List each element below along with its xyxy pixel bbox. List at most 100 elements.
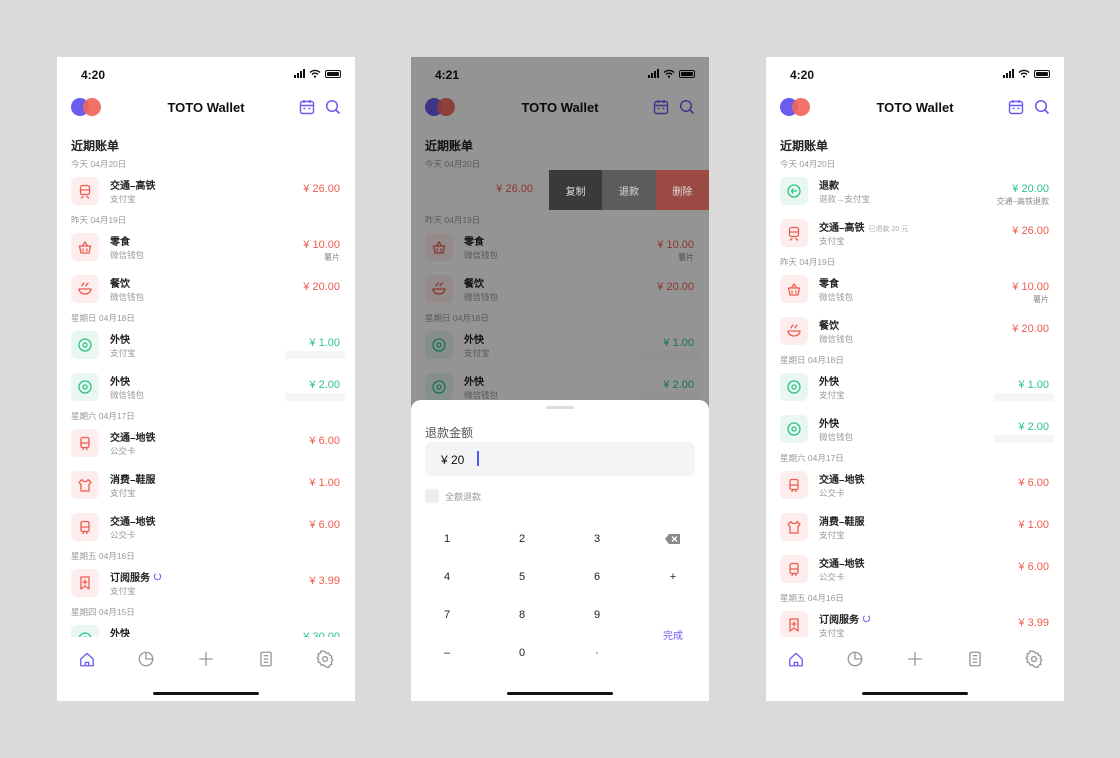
payment-method: 支付宝 <box>819 390 845 400</box>
tab-plus-icon[interactable] <box>906 650 924 668</box>
tab-home-icon[interactable] <box>787 650 805 668</box>
key-0[interactable]: 1 <box>417 524 477 554</box>
bill-name: 餐饮 <box>110 279 130 290</box>
bill-row[interactable]: 交通–高铁 支付宝 ¥ 26.00 <box>57 171 355 213</box>
bill-row[interactable]: 餐饮 微信钱包 ¥ 20.00 <box>766 311 1064 353</box>
category-badge <box>71 373 99 401</box>
bill-name: 餐饮 <box>819 321 839 332</box>
bill-row[interactable]: 消费–鞋服 支付宝 ¥ 1.00 <box>766 507 1064 549</box>
category-badge <box>71 471 99 499</box>
key-2[interactable]: 3 <box>567 524 627 554</box>
category-badge <box>71 177 99 205</box>
bill-name: 外快 <box>819 377 839 388</box>
wifi-icon <box>309 69 321 78</box>
bill-name: 订阅服务 <box>819 615 859 626</box>
tab-settings-icon[interactable] <box>1025 650 1043 668</box>
category-badge <box>780 471 808 499</box>
bill-amount: ¥ 1.00 <box>309 477 340 489</box>
tab-bar <box>57 637 355 681</box>
subway-icon <box>80 520 90 535</box>
refund-amount-input[interactable]: ¥ 20 <box>425 442 695 476</box>
search-icon[interactable] <box>1034 99 1050 115</box>
payment-method: 微信钱包 <box>110 250 145 260</box>
bill-row[interactable]: 退款 退款→支付宝 交通–高铁退款 ¥ 20.00 <box>766 171 1064 213</box>
app-header: TOTO Wallet <box>766 91 1064 123</box>
bill-row[interactable]: 交通–地铁 公交卡 ¥ 6.00 <box>766 465 1064 507</box>
tab-home-icon[interactable] <box>78 650 96 668</box>
bill-row[interactable]: 外快 支付宝 ¥ 1.00 <box>57 325 355 367</box>
bill-row[interactable]: 交通–地铁 公交卡 ¥ 6.00 <box>766 549 1064 591</box>
key-1[interactable]: 2 <box>492 524 552 554</box>
shirt-icon <box>787 520 801 534</box>
key-6[interactable]: 6 <box>567 562 627 592</box>
bill-row[interactable]: 交通–地铁 公交卡 ¥ 6.00 <box>57 507 355 549</box>
date-header: 星期日 04月18日 <box>71 313 135 323</box>
calendar-icon[interactable] <box>299 99 315 115</box>
tab-settings-icon[interactable] <box>316 650 334 668</box>
bill-row[interactable]: 交通–高铁 已退款 20 元支付宝 ¥ 26.00 <box>766 213 1064 255</box>
payment-method: 公交卡 <box>819 572 845 582</box>
bill-row[interactable]: 交通–地铁 公交卡 ¥ 6.00 <box>57 423 355 465</box>
key-13[interactable]: 0 <box>492 638 552 668</box>
repeat-icon <box>862 614 870 623</box>
calendar-icon[interactable] <box>1008 99 1024 115</box>
bill-row[interactable]: 外快 微信钱包 ¥ 2.00 <box>766 409 1064 451</box>
bill-row[interactable]: 消费–鞋服 支付宝 ¥ 1.00 <box>57 465 355 507</box>
bill-row[interactable]: 订阅服务 支付宝 ¥ 3.99 <box>57 563 355 605</box>
tab-pie-chart-icon[interactable] <box>137 650 155 668</box>
backspace-key[interactable] <box>643 524 703 554</box>
status-time: 4:20 <box>790 68 815 82</box>
battery-icon <box>325 69 341 78</box>
refund-amount-label: 退款金额 <box>425 426 474 440</box>
delete-button[interactable]: 删除 <box>655 170 709 210</box>
coin-icon <box>78 338 92 352</box>
key-12[interactable]: – <box>417 638 477 668</box>
payment-method: 公交卡 <box>819 488 845 498</box>
category-badge <box>780 177 808 205</box>
done-key[interactable]: 完成 <box>643 619 703 649</box>
key-14[interactable]: · <box>567 638 627 668</box>
bill-amount: ¥ 3.99 <box>1018 617 1049 629</box>
subway-icon <box>789 562 799 577</box>
bill-list: 今天 04月20日 退款 退款→支付宝 交通–高铁退款 ¥ 20.00 交通–高铁 已退款 … <box>766 157 1064 647</box>
bill-row[interactable]: 外快 微信钱包 ¥ 2.00 <box>57 367 355 409</box>
key-9[interactable]: 8 <box>492 600 552 630</box>
refund-amount-value: ¥ 20 <box>441 453 465 467</box>
signal-icon <box>1003 69 1014 78</box>
bill-row[interactable]: 零食 微信钱包 薯片 ¥ 10.00 <box>766 269 1064 311</box>
payment-method: 退款→支付宝 <box>819 194 871 204</box>
bill-list: 今天 04月20日 交通–高铁 支付宝 ¥ 26.00 昨天 04月19日 零食 微信钱包 薯… <box>57 157 355 661</box>
bill-amount: ¥ 3.99 <box>309 575 340 587</box>
key-4[interactable]: 4 <box>417 562 477 592</box>
bill-amount: ¥ 20.00 <box>1012 183 1049 195</box>
tab-receipt-icon[interactable] <box>257 650 275 668</box>
bill-row[interactable]: 餐饮 微信钱包 ¥ 20.00 <box>57 269 355 311</box>
bill-amount: ¥ 10.00 <box>1012 281 1049 293</box>
category-badge <box>780 275 808 303</box>
category-badge <box>780 373 808 401</box>
payment-method: 支付宝 <box>110 194 136 204</box>
status-time: 4:20 <box>81 68 106 82</box>
copy-button[interactable]: 复制 <box>549 170 603 210</box>
tab-pie-chart-icon[interactable] <box>846 650 864 668</box>
full-refund-checkbox[interactable]: 全额退款 <box>425 489 481 503</box>
bill-row[interactable]: 外快 支付宝 ¥ 1.00 <box>766 367 1064 409</box>
key-8[interactable]: 7 <box>417 600 477 630</box>
bill-amount: ¥ 6.00 <box>309 435 340 447</box>
phone-screen-1: 4:20 TOTO Wallet 近期账单 今天 04月20日 交通–高铁 支付宝 ¥… <box>57 57 355 701</box>
tab-plus-icon[interactable] <box>197 650 215 668</box>
full-refund-label: 全额退款 <box>445 491 482 502</box>
key-5[interactable]: 5 <box>492 562 552 592</box>
category-badge <box>71 569 99 597</box>
bill-name: 交通–地铁 <box>110 433 156 444</box>
payment-method: 公交卡 <box>110 530 136 540</box>
app-header: TOTO Wallet <box>57 91 355 123</box>
date-header: 昨天 04月19日 <box>780 257 836 267</box>
sheet-handle[interactable] <box>546 406 574 409</box>
key-10[interactable]: 9 <box>567 600 627 630</box>
search-icon[interactable] <box>325 99 341 115</box>
tab-receipt-icon[interactable] <box>966 650 984 668</box>
bill-row[interactable]: 零食 微信钱包 薯片 ¥ 10.00 <box>57 227 355 269</box>
key-7[interactable]: + <box>643 562 703 592</box>
refund-button[interactable]: 退款 <box>602 170 656 210</box>
